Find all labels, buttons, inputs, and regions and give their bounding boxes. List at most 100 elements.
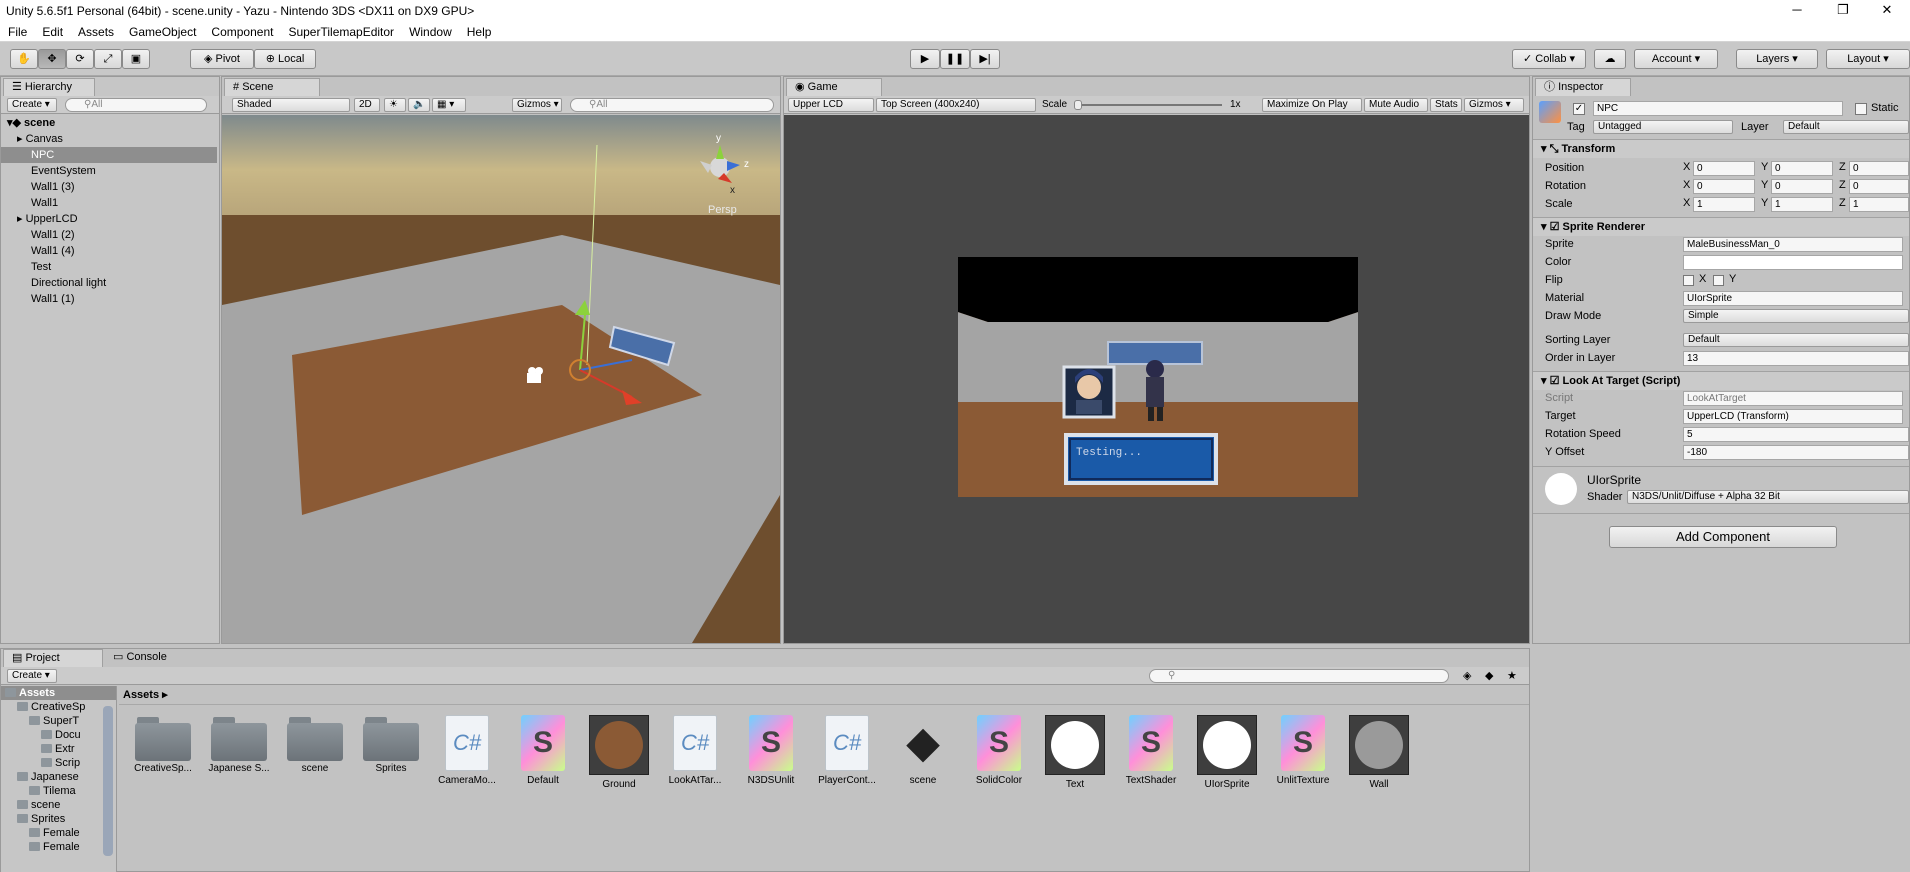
asset-item[interactable]: S Default bbox=[507, 715, 579, 815]
layout-dropdown[interactable]: Layout ▾ bbox=[1826, 49, 1910, 69]
asset-item[interactable]: UIorSprite bbox=[1191, 715, 1263, 815]
rotation-x-field[interactable]: 0 bbox=[1693, 179, 1755, 194]
collab-dropdown[interactable]: ✓ Collab ▾ bbox=[1512, 49, 1586, 69]
layers-dropdown[interactable]: Layers ▾ bbox=[1736, 49, 1818, 69]
tree-scrollbar[interactable] bbox=[103, 706, 113, 856]
project-create-dropdown[interactable]: Create ▾ bbox=[7, 669, 57, 683]
sorting-layer-dropdown[interactable]: Default bbox=[1683, 333, 1909, 347]
folder-tree-item[interactable]: scene bbox=[1, 798, 116, 812]
menu-component[interactable]: Component bbox=[203, 22, 280, 39]
game-viewport[interactable]: Testing... bbox=[958, 257, 1358, 497]
transform-header[interactable]: ▾ ⤡ Transform bbox=[1533, 139, 1909, 158]
asset-item[interactable]: S UnlitTexture bbox=[1267, 715, 1339, 815]
rotate-tool-icon[interactable]: ⟳ bbox=[66, 49, 94, 69]
add-component-button[interactable]: Add Component bbox=[1609, 526, 1837, 548]
scale-x-field[interactable]: 1 bbox=[1693, 197, 1755, 212]
asset-item[interactable]: Japanese S... bbox=[203, 715, 275, 815]
asset-item[interactable]: C# CameraMo... bbox=[431, 715, 503, 815]
mode-2d-toggle[interactable]: 2D bbox=[354, 98, 380, 112]
folder-tree-item[interactable]: SuperT bbox=[1, 714, 116, 728]
static-checkbox[interactable] bbox=[1855, 103, 1867, 115]
folder-tree-item[interactable]: Extr bbox=[1, 742, 116, 756]
hierarchy-item-test[interactable]: Test bbox=[1, 259, 217, 275]
scene-root[interactable]: ▾◆ scene bbox=[1, 115, 217, 131]
effects-toggle-icon[interactable]: ▦ ▾ bbox=[432, 98, 466, 112]
hierarchy-item-wall1-2[interactable]: Wall1 (2) bbox=[1, 227, 217, 243]
persp-label[interactable]: Persp bbox=[708, 204, 737, 216]
asset-item[interactable]: Sprites bbox=[355, 715, 427, 815]
lighting-toggle-icon[interactable]: ☀ bbox=[384, 98, 406, 112]
tab-game[interactable]: ◉ Game bbox=[786, 78, 882, 96]
hierarchy-item-wall1-1[interactable]: Wall1 (1) bbox=[1, 291, 217, 307]
folder-tree-item[interactable]: Sprites bbox=[1, 812, 116, 826]
filter-type-icon[interactable]: ◈ bbox=[1463, 669, 1471, 682]
pause-button[interactable]: ❚❚ bbox=[940, 49, 970, 69]
flip-y-checkbox[interactable] bbox=[1713, 275, 1724, 286]
game-gizmos-dropdown[interactable]: Gizmos ▾ bbox=[1464, 98, 1524, 112]
order-field[interactable]: 13 bbox=[1683, 351, 1909, 366]
play-button[interactable]: ▶ bbox=[910, 49, 940, 69]
tag-dropdown[interactable]: Untagged bbox=[1593, 120, 1733, 134]
close-button[interactable]: ✕ bbox=[1864, 0, 1910, 22]
hierarchy-item-upperlcd[interactable]: ▸ UpperLCD bbox=[1, 211, 217, 227]
y-offset-field[interactable]: -180 bbox=[1683, 445, 1909, 460]
project-search-input[interactable]: ⚲ bbox=[1149, 669, 1449, 683]
minimize-button[interactable]: ─ bbox=[1774, 0, 1820, 22]
folder-tree-item[interactable]: Scrip bbox=[1, 756, 116, 770]
step-button[interactable]: ▶| bbox=[970, 49, 1000, 69]
rotation-y-field[interactable]: 0 bbox=[1771, 179, 1833, 194]
asset-item[interactable]: Text bbox=[1039, 715, 1111, 815]
hierarchy-create-dropdown[interactable]: Create ▾ bbox=[7, 98, 57, 112]
menu-gameobject[interactable]: GameObject bbox=[121, 22, 203, 39]
position-y-field[interactable]: 0 bbox=[1771, 161, 1833, 176]
menu-file[interactable]: File bbox=[0, 22, 34, 39]
hierarchy-search-input[interactable]: ⚲All bbox=[65, 98, 207, 112]
target-field[interactable]: UpperLCD (Transform) bbox=[1683, 409, 1903, 424]
rect-tool-icon[interactable]: ▣ bbox=[122, 49, 150, 69]
folder-tree-item[interactable]: Docu bbox=[1, 728, 116, 742]
asset-item[interactable]: ◆ scene bbox=[887, 715, 959, 815]
hierarchy-item-npc[interactable]: NPC bbox=[1, 147, 217, 163]
scale-slider-thumb[interactable] bbox=[1074, 100, 1082, 110]
cloud-button[interactable]: ☁ bbox=[1594, 49, 1626, 69]
scale-tool-icon[interactable]: ⤢ bbox=[94, 49, 122, 69]
favorites-star-icon[interactable]: ★ bbox=[1507, 669, 1517, 682]
flip-x-checkbox[interactable] bbox=[1683, 275, 1694, 286]
pivot-button[interactable]: ◈ Pivot bbox=[190, 49, 254, 69]
asset-item[interactable]: S SolidColor bbox=[963, 715, 1035, 815]
asset-item[interactable]: Ground bbox=[583, 715, 655, 815]
scale-z-field[interactable]: 1 bbox=[1849, 197, 1909, 212]
scene-search-input[interactable]: ⚲All bbox=[570, 98, 774, 112]
drawmode-dropdown[interactable]: Simple bbox=[1683, 309, 1909, 323]
scene-viewport[interactable]: y z x Persp bbox=[222, 115, 780, 643]
scale-slider-track[interactable] bbox=[1076, 104, 1222, 106]
tab-hierarchy[interactable]: ☰ Hierarchy bbox=[3, 78, 95, 96]
asset-item[interactable]: S N3DSUnlit bbox=[735, 715, 807, 815]
menu-edit[interactable]: Edit bbox=[34, 22, 70, 39]
restore-button[interactable]: ❐ bbox=[1820, 0, 1866, 22]
hierarchy-item-canvas[interactable]: ▸ Canvas bbox=[1, 131, 217, 147]
move-tool-icon[interactable]: ✥ bbox=[38, 49, 66, 69]
rotation-speed-field[interactable]: 5 bbox=[1683, 427, 1909, 442]
mute-audio-toggle[interactable]: Mute Audio bbox=[1364, 98, 1428, 112]
object-name-input[interactable]: NPC bbox=[1593, 101, 1843, 116]
sprite-field[interactable]: MaleBusinessMan_0 bbox=[1683, 237, 1903, 252]
position-z-field[interactable]: 0 bbox=[1849, 161, 1909, 176]
filter-label-icon[interactable]: ◆ bbox=[1485, 669, 1493, 682]
tab-inspector[interactable]: ⓘ Inspector bbox=[1535, 78, 1631, 96]
hierarchy-item-wall1[interactable]: Wall1 bbox=[1, 195, 217, 211]
asset-item[interactable]: CreativeSp... bbox=[127, 715, 199, 815]
material-field[interactable]: UIorSprite bbox=[1683, 291, 1903, 306]
folder-tree-item[interactable]: Female bbox=[1, 840, 116, 854]
asset-item[interactable]: scene bbox=[279, 715, 351, 815]
hierarchy-item-directional-light[interactable]: Directional light bbox=[1, 275, 217, 291]
breadcrumb-assets[interactable]: Assets bbox=[123, 689, 159, 701]
asset-item[interactable]: Wall bbox=[1343, 715, 1415, 815]
display-dropdown[interactable]: Upper LCD bbox=[788, 98, 874, 112]
account-dropdown[interactable]: Account ▾ bbox=[1634, 49, 1718, 69]
active-checkbox[interactable]: ✓ bbox=[1573, 103, 1585, 115]
asset-item[interactable]: C# PlayerCont... bbox=[811, 715, 883, 815]
look-at-header[interactable]: ▾ ☑ Look At Target (Script) bbox=[1533, 371, 1909, 390]
shader-dropdown[interactable]: N3DS/Unlit/Diffuse + Alpha 32 Bit bbox=[1627, 490, 1909, 504]
menu-window[interactable]: Window bbox=[401, 22, 459, 39]
